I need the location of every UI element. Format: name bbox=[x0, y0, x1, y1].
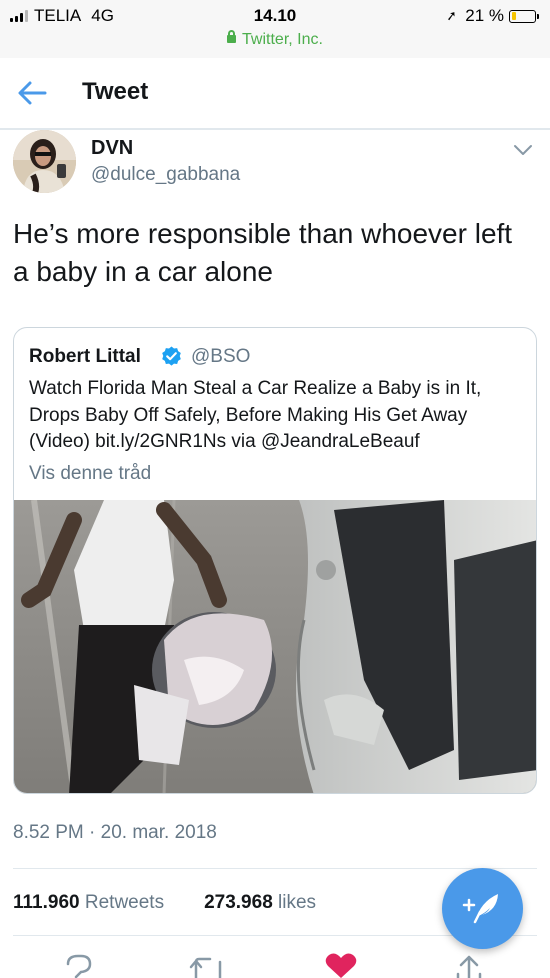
quoted-tweet-card[interactable]: Robert Littal @BSO Watch Florida Man Ste… bbox=[13, 327, 537, 794]
quoted-tweet-image[interactable] bbox=[14, 500, 537, 794]
tweet-stats: 111.960 Retweets 273.968 likes bbox=[13, 892, 316, 914]
like-icon bbox=[325, 953, 357, 978]
show-thread-link[interactable]: Vis denne tråd bbox=[29, 463, 151, 485]
quoted-tweet-text: Watch Florida Man Steal a Car Realize a … bbox=[29, 378, 482, 452]
retweets-label: Retweets bbox=[84, 892, 165, 913]
tweet-actions bbox=[0, 948, 550, 978]
secure-url: Twitter, Inc. bbox=[0, 30, 550, 49]
retweet-icon bbox=[189, 957, 222, 978]
back-button[interactable] bbox=[14, 78, 50, 108]
author-handle[interactable]: @dulce_gabbana bbox=[91, 164, 240, 186]
retweets-count: 111.960 bbox=[13, 892, 80, 913]
chevron-down-icon bbox=[514, 145, 532, 155]
compose-tweet-icon bbox=[462, 894, 498, 924]
like-button[interactable] bbox=[324, 948, 358, 978]
avatar[interactable] bbox=[13, 130, 76, 193]
page-title: Tweet bbox=[82, 78, 149, 105]
avatar-image bbox=[13, 130, 76, 193]
tweet-text: He’s more responsible than whoever left … bbox=[13, 218, 513, 287]
status-right: ➚ 21 % bbox=[445, 6, 539, 26]
battery-level-fill bbox=[511, 12, 517, 20]
verified-badge-icon bbox=[162, 346, 181, 366]
likes-stat[interactable]: 273.968 likes bbox=[204, 892, 316, 914]
location-arrow-icon: ➚ bbox=[445, 7, 459, 24]
compose-tweet-button[interactable] bbox=[442, 868, 523, 949]
likes-label: likes bbox=[278, 892, 317, 913]
tweet-timestamp: 8.52 PM · 20. mar. 2018 bbox=[13, 822, 217, 843]
retweet-button[interactable] bbox=[188, 948, 228, 978]
share-button[interactable] bbox=[452, 948, 486, 978]
url-text: Twitter, Inc. bbox=[242, 31, 323, 48]
battery-icon bbox=[509, 9, 539, 23]
quoted-author-name: Robert Littal bbox=[29, 346, 141, 367]
reply-button[interactable] bbox=[62, 948, 96, 978]
quoted-author-handle: @BSO bbox=[191, 346, 251, 367]
share-icon bbox=[456, 955, 482, 978]
tweet-options-button[interactable] bbox=[510, 140, 536, 160]
status-bar: TELIA 4G 14.10 Twitter, Inc. ➚ 21 % bbox=[0, 0, 550, 58]
lock-icon bbox=[227, 30, 237, 43]
retweets-stat[interactable]: 111.960 Retweets bbox=[13, 892, 164, 914]
battery-percent: 21 % bbox=[465, 6, 504, 25]
author-name[interactable]: DVN bbox=[91, 137, 133, 160]
reply-icon bbox=[66, 954, 92, 978]
nav-header: Tweet bbox=[0, 58, 550, 130]
likes-count: 273.968 bbox=[204, 892, 273, 913]
back-arrow-icon bbox=[18, 81, 47, 105]
